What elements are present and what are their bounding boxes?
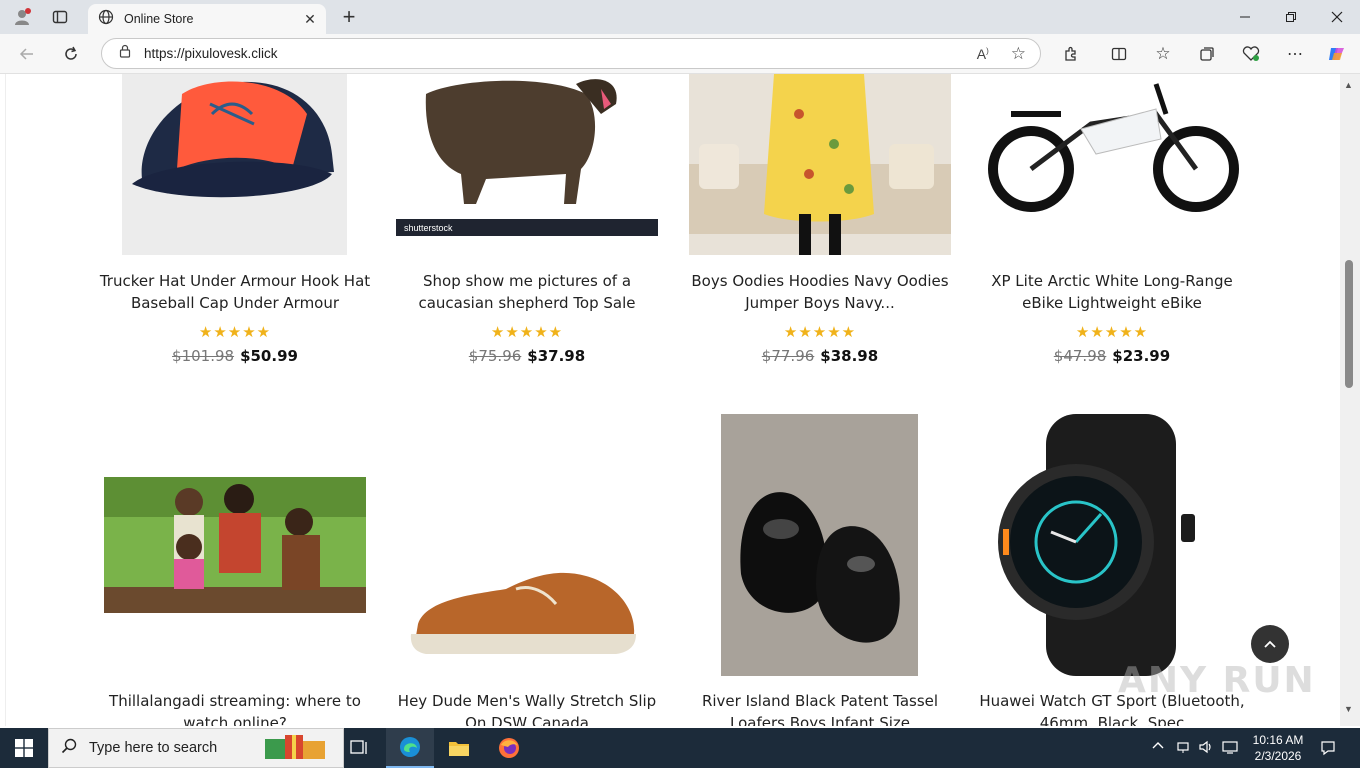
display-icon[interactable] [1222,740,1238,757]
product-title[interactable]: River Island Black Patent Tassel Loafers… [679,690,961,726]
address-bar-row: https://pixulovesk.click A) ☆ ☆ ⋯ [0,34,1360,74]
product-title[interactable]: Shop show me pictures of a caucasian she… [386,270,668,314]
favorite-star-icon[interactable]: ☆ [1011,44,1026,64]
product-image-cap[interactable] [122,74,347,255]
refresh-icon[interactable] [58,41,84,67]
search-icon [61,738,77,759]
product-image-shoe[interactable] [396,544,658,669]
sale-price: $50.99 [240,347,298,365]
taskbar-clock[interactable]: 10:16 AM 2/3/2026 [1248,732,1308,764]
read-aloud-icon[interactable]: A) [977,46,989,62]
product-title[interactable]: Trucker Hat Under Armour Hook Hat Baseba… [94,270,376,314]
minimize-button[interactable] [1222,0,1268,34]
product-title[interactable]: Thillalangadi streaming: where to watch … [94,690,376,726]
scroll-down-arrow-icon[interactable]: ▼ [1344,704,1353,714]
old-price: $47.98 [1053,347,1107,365]
file-explorer-icon[interactable] [435,728,483,768]
scrollbar-thumb[interactable] [1345,260,1353,388]
vertical-scrollbar[interactable]: ▲ ▼ [1340,74,1360,726]
product-price: $75.96 $37.98 [396,347,658,365]
product-title[interactable]: Boys Oodies Hoodies Navy Oodies Jumper B… [679,270,961,314]
clock-date: 2/3/2026 [1254,749,1302,763]
product-title[interactable]: XP Lite Arctic White Long-Range eBike Li… [971,270,1253,314]
product-grid: Trucker Hat Under Armour Hook Hat Baseba… [5,74,1339,726]
old-price: $77.96 [761,347,815,365]
product-image-watch[interactable] [991,414,1231,676]
copilot-icon[interactable] [1324,41,1350,67]
clock-time: 10:16 AM [1252,733,1304,747]
url-field[interactable]: https://pixulovesk.click A) ☆ [101,38,1041,69]
extensions-icon[interactable] [1058,41,1084,67]
product-price: $101.98 $50.99 [104,347,366,365]
url-text[interactable]: https://pixulovesk.click [144,46,977,61]
restore-button[interactable] [1268,0,1314,34]
old-price: $75.96 [468,347,522,365]
gift-icon [263,731,329,766]
edge-taskbar-icon[interactable] [386,728,434,768]
product-price: $47.98 $23.99 [981,347,1243,365]
scroll-up-arrow-icon[interactable]: ▲ [1344,80,1353,90]
product-rating-stars: ★★★★★ [783,324,857,341]
page-viewport: Trucker Hat Under Armour Hook Hat Baseba… [0,74,1360,726]
more-options-icon[interactable]: ⋯ [1282,41,1308,67]
old-price: $101.98 [172,347,235,365]
firefox-icon[interactable] [485,728,533,768]
taskbar-search-box[interactable]: Type here to search [48,728,344,768]
sale-price: $38.98 [820,347,879,365]
split-screen-icon[interactable] [1106,41,1132,67]
product-image-loafers[interactable] [721,414,918,676]
new-tab-button[interactable]: + [336,4,362,30]
product-image-movie[interactable] [104,477,366,613]
shutterstock-caption: shutterstock [404,223,453,233]
product-price: $77.96 $38.98 [689,347,951,365]
product-image-dog[interactable]: shutterstock [396,74,658,236]
tab-title: Online Store [124,12,194,26]
product-title[interactable]: Hey Dude Men's Wally Stretch Slip On DSW… [386,690,668,726]
profile-icon[interactable] [10,6,34,28]
product-image-hoodie[interactable] [689,74,951,255]
windows-start-icon[interactable] [0,728,48,768]
product-rating-stars: ★★★★★ [490,324,564,341]
product-rating-stars: ★★★★★ [1075,324,1149,341]
search-placeholder[interactable]: Type here to search [89,740,217,756]
sale-price: $37.98 [527,347,586,365]
network-icon[interactable] [1176,740,1190,757]
taskbar: Type here to search 10:16 AM 2/3/2026 [0,728,1360,768]
sale-price: $23.99 [1112,347,1171,365]
notifications-icon[interactable] [1320,740,1336,759]
product-image-ebike[interactable] [981,74,1243,219]
volume-icon[interactable] [1198,740,1214,757]
favorites-icon[interactable]: ☆ [1150,41,1176,67]
scroll-to-top-button[interactable] [1251,625,1289,663]
tab-online-store[interactable]: Online Store ✕ [88,4,326,34]
lock-icon[interactable] [118,44,132,63]
tray-overflow-chevron-icon[interactable] [1152,740,1164,755]
tab-bar: Online Store ✕ + [0,0,1360,34]
close-tab-icon[interactable]: ✕ [300,11,320,28]
watermark: ANY RUN [1118,660,1316,701]
back-icon[interactable] [14,41,40,67]
collections-icon[interactable] [1194,41,1220,67]
task-view-icon[interactable] [336,728,384,768]
browser-essentials-icon[interactable] [1238,41,1264,67]
product-rating-stars: ★★★★★ [198,324,272,341]
globe-icon [98,9,114,30]
tab-actions-icon[interactable] [48,6,72,28]
close-window-button[interactable] [1314,0,1360,34]
